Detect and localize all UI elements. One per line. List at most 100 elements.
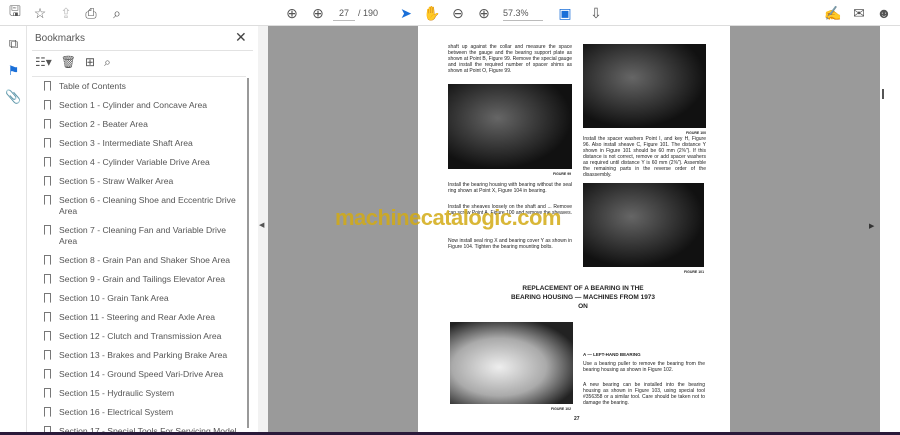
find-bookmark-icon[interactable]: ⌕ (104, 55, 111, 71)
page-number-input[interactable]: 27 (333, 5, 355, 21)
expand-right-icon[interactable]: ▶ (869, 222, 874, 230)
email-icon[interactable]: ✉ (850, 4, 868, 22)
account-icon[interactable]: ☻ (875, 4, 893, 22)
bookmark-label: Section 16 - Electrical System (59, 407, 174, 417)
paragraph: Use a bearing puller to remove the beari… (583, 361, 705, 373)
bookmark-icon (44, 81, 51, 91)
figure-caption: FIGURE 102 (551, 407, 572, 411)
close-icon[interactable]: ✕ (235, 29, 247, 46)
watermark: machinecatalogic.com (335, 205, 561, 230)
bookmark-label: Section 10 - Grain Tank Area (59, 293, 169, 303)
bookmark-icon (44, 331, 51, 341)
sign-icon[interactable]: ✍ (824, 4, 842, 22)
bookmark-icon (44, 195, 51, 205)
zoom-in-icon[interactable]: ⊕ (475, 4, 493, 22)
bookmark-item[interactable]: Section 12 - Clutch and Transmission Are… (32, 327, 246, 346)
zoom-out-icon[interactable]: ⊖ (449, 4, 467, 22)
bookmark-item[interactable]: Section 15 - Hydraulic System (32, 384, 246, 403)
bookmark-item[interactable]: Section 3 - Intermediate Shaft Area (32, 134, 246, 153)
figure-99-photo (448, 84, 572, 169)
bookmark-item[interactable]: Section 9 - Grain and Tailings Elevator … (32, 270, 246, 289)
new-bookmark-icon[interactable]: ⊞ (85, 55, 95, 71)
collapse-panel-icon[interactable]: ◀ (259, 221, 264, 229)
bookmark-icon (44, 176, 51, 186)
right-rail (880, 26, 900, 432)
bookmark-icon (44, 255, 51, 265)
panel-title: Bookmarks (35, 33, 86, 44)
print-icon[interactable]: ⎙ (82, 4, 100, 22)
next-page-icon[interactable]: ⊕ (309, 4, 327, 22)
bookmark-label: Section 8 - Grain Pan and Shaker Shoe Ar… (59, 255, 231, 265)
panel-splitter[interactable]: ◀ (258, 26, 268, 432)
delete-icon[interactable]: 🗑 (61, 55, 76, 71)
divider (32, 50, 253, 51)
bookmark-item[interactable]: Section 13 - Brakes and Parking Brake Ar… (32, 346, 246, 365)
pages-icon[interactable]: ⧉ (5, 36, 22, 53)
bookmark-label: Table of Contents (59, 81, 126, 91)
bookmark-label: Section 6 - Cleaning Shoe and Eccentric … (59, 195, 236, 216)
scroll-mode-icon[interactable]: ⇩ (587, 4, 605, 22)
bookmark-icon (44, 225, 51, 235)
bookmark-icon (44, 274, 51, 284)
bookmark-label: Section 1 - Cylinder and Concave Area (59, 100, 208, 110)
bookmark-label: Section 9 - Grain and Tailings Elevator … (59, 274, 226, 284)
zoom-value: 57.3% (503, 8, 529, 18)
bookmark-icon (44, 100, 51, 110)
bookmark-item[interactable]: Section 4 - Cylinder Variable Drive Area (32, 153, 246, 172)
bookmark-item[interactable]: Section 14 - Ground Speed Vari-Drive Are… (32, 365, 246, 384)
bookmark-item[interactable]: Section 17 - Special Tools For Servicing… (32, 422, 246, 432)
bookmarks-panel: Bookmarks ✕ ☷▾ 🗑 ⊞ ⌕ Table of Contents Se… (27, 26, 258, 432)
paragraph: shaft up against the collar and measure … (448, 44, 572, 74)
bookmark-item[interactable]: Section 2 - Beater Area (32, 115, 246, 134)
bookmark-item[interactable]: Section 6 - Cleaning Shoe and Eccentric … (32, 191, 246, 221)
bookmark-item[interactable]: Section 10 - Grain Tank Area (32, 289, 246, 308)
figure-100-photo (583, 44, 706, 128)
hand-tool-icon[interactable]: ✋ (423, 4, 441, 22)
toolbar: 🖫 ☆ ⇪ ⎙ ⌕ ⊕ ⊕ 27 / 190 ➤ ✋ ⊖ ⊕ 57.3% ▾ ▣… (0, 0, 900, 34)
save-icon[interactable]: 🖫 (6, 3, 24, 22)
section-heading: REPLACEMENT OF A BEARING IN THE BEARING … (510, 285, 656, 310)
bookmark-item[interactable]: Section 5 - Straw Walker Area (32, 172, 246, 191)
paragraph: Now install seal ring X and bearing cove… (448, 238, 572, 250)
attachment-icon[interactable]: 📎 (5, 89, 22, 106)
bookmark-icon (44, 293, 51, 303)
previous-page-icon[interactable]: ⊕ (283, 4, 301, 22)
zoom-select[interactable]: 57.3% ▾ (503, 5, 543, 34)
cloud-upload-icon[interactable]: ⇪ (57, 4, 75, 22)
search-icon[interactable]: ⌕ (108, 4, 126, 22)
bookmark-item[interactable]: Section 11 - Steering and Rear Axle Area (32, 308, 246, 327)
bookmark-item[interactable]: Section 8 - Grain Pan and Shaker Shoe Ar… (32, 251, 246, 270)
bookmark-label: Section 7 - Cleaning Fan and Variable Dr… (59, 225, 227, 246)
page-display-icon[interactable]: ▣ (556, 4, 574, 22)
bookmark-label: Section 15 - Hydraulic System (59, 388, 175, 398)
bookmark-icon (44, 369, 51, 379)
subheading: A — LEFT-HAND BEARING (583, 352, 641, 357)
figure-102-photo (450, 322, 573, 404)
scroll-handle[interactable] (882, 89, 884, 99)
bookmark-label: Section 4 - Cylinder Variable Drive Area (59, 157, 210, 167)
select-cursor-icon[interactable]: ➤ (397, 4, 415, 22)
bookmark-list: Table of Contents Section 1 - Cylinder an… (32, 76, 246, 432)
paragraph: Install the bearing housing with bearing… (448, 182, 572, 194)
bookmark-label: Section 14 - Ground Speed Vari-Drive Are… (59, 369, 224, 379)
star-icon[interactable]: ☆ (31, 4, 49, 22)
options-menu-icon[interactable]: ☷▾ (35, 55, 52, 71)
bookmark-item[interactable]: Table of Contents (32, 77, 246, 96)
bookmark-icon (44, 157, 51, 167)
bookmark-item[interactable]: Section 1 - Cylinder and Concave Area (32, 96, 246, 115)
bookmark-item[interactable]: Section 16 - Electrical System (32, 403, 246, 422)
bookmark-tools: ☷▾ 🗑 ⊞ ⌕ (35, 55, 111, 71)
bookmark-icon (44, 119, 51, 129)
figure-caption: FIGURE 99 (553, 172, 572, 176)
bookmark-icon (44, 312, 51, 322)
bookmark-icon[interactable]: ⚑ (5, 63, 22, 80)
bookmark-icon (44, 407, 51, 417)
left-nav-rail: ⧉ ⚑ 📎 (0, 26, 27, 432)
paragraph: A new bearing can be installed into the … (583, 382, 705, 406)
bookmark-label: Section 5 - Straw Walker Area (59, 176, 174, 186)
paragraph: Install the spacer washers Point I, and … (583, 136, 706, 178)
scrollbar[interactable] (247, 78, 249, 428)
bookmark-icon (44, 138, 51, 148)
bookmark-label: Section 12 - Clutch and Transmission Are… (59, 331, 222, 341)
bookmark-item[interactable]: Section 7 - Cleaning Fan and Variable Dr… (32, 221, 246, 251)
